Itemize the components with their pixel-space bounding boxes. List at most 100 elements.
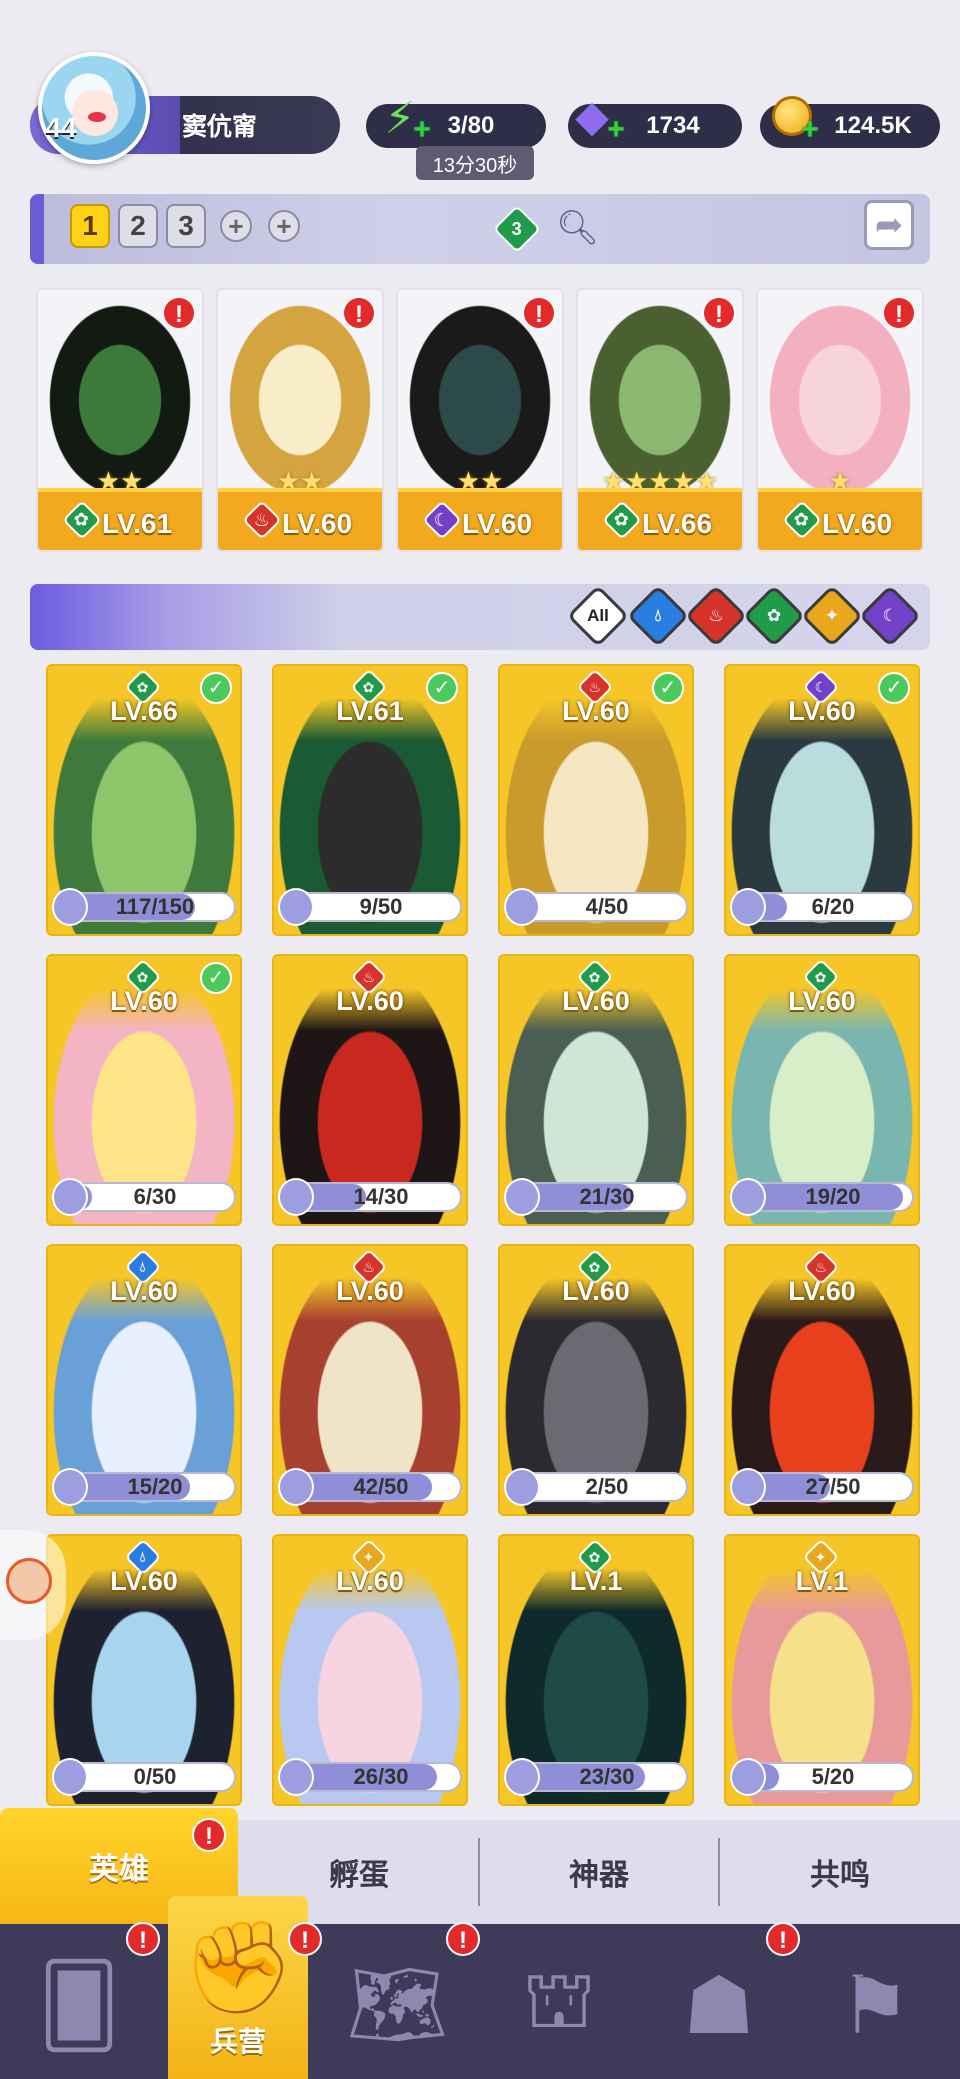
hero-shard-progress: 4/50 [504, 888, 688, 926]
hero-shard-progress: 117/150 [52, 888, 236, 926]
hero-shard-progress: 2/50 [504, 1468, 688, 1506]
hero-shard-progress: 15/20 [52, 1468, 236, 1506]
hero-level: LV.60 [788, 1276, 856, 1306]
hero-level: LV.60 [336, 1566, 404, 1596]
hero-level: LV.60 [788, 986, 856, 1016]
team-card[interactable]: ★★ ✿ LV.61! [36, 288, 204, 552]
nav-cards-alert-icon: ! [126, 1922, 160, 1956]
hero-card[interactable]: 💧︎ LV.60 0/50 [46, 1534, 242, 1806]
hero-card[interactable]: ✿ LV.1 23/30 [498, 1534, 694, 1806]
team-slot-2[interactable]: 2 [118, 204, 158, 248]
hero-shard-count: 0/50 [133, 1764, 177, 1789]
nav-castle[interactable]: ⛫ [504, 1950, 614, 2060]
tab-heroes-label: 英雄 [89, 1853, 149, 1886]
hero-card[interactable]: ✿ ✓ LV.60 6/30 [46, 954, 242, 1226]
tab-artifact[interactable]: 神器 [480, 1820, 718, 1924]
tab-artifact-label: 神器 [569, 1859, 629, 1892]
hero-shard-count: 27/50 [805, 1474, 861, 1499]
hero-card[interactable]: ♨ ✓ LV.60 4/50 [498, 664, 694, 936]
team-bar [30, 194, 930, 264]
tab-resonance[interactable]: 共鸣 [720, 1820, 960, 1924]
hero-level: LV.1 [569, 1566, 623, 1596]
team-card[interactable]: ★★ ♨ LV.60! [216, 288, 384, 552]
hero-level: LV.60 [788, 696, 856, 726]
element-light-icon: ✦ [824, 606, 840, 625]
hero-card[interactable]: ☾ ✓ LV.60 6/20 [724, 664, 920, 936]
hero-card[interactable]: ✿ LV.60 21/30 [498, 954, 694, 1226]
team-hero-level: LV.61 [101, 508, 173, 539]
team-slot-3[interactable]: 3 [166, 204, 206, 248]
floating-chat-avatar[interactable] [0, 1530, 66, 1640]
team-card-alert-icon: ! [702, 296, 736, 330]
team-hero-level: LV.60 [281, 508, 353, 539]
nav-map[interactable]: 🗺︎ [342, 1950, 452, 2060]
hero-card[interactable]: ✦ LV.60 26/30 [272, 1534, 468, 1806]
hero-level: LV.60 [562, 986, 630, 1016]
gems-plus-icon[interactable]: + [604, 115, 628, 145]
nav-cards[interactable]: 🂠 [24, 1950, 134, 2060]
hero-level: LV.60 [336, 986, 404, 1016]
team-card-alert-icon: ! [522, 296, 556, 330]
team-hero-level: LV.60 [821, 508, 893, 539]
hero-card[interactable]: ✿ ✓ LV.66 117/150 [46, 664, 242, 936]
hero-level: LV.60 [110, 1566, 178, 1596]
hero-shard-count: 117/150 [115, 894, 195, 919]
team-slot-add-2[interactable]: + [268, 210, 300, 242]
mushroom-icon: ☗ [683, 1960, 755, 2050]
barracks-icon: ✊ [181, 1918, 295, 2018]
hero-shard-count: 14/30 [353, 1184, 409, 1209]
hero-shard-count: 15/20 [127, 1474, 183, 1499]
hero-shard-count: 6/20 [811, 894, 855, 919]
team-slot-add-1[interactable]: + [220, 210, 252, 242]
hero-shard-progress: 21/30 [504, 1178, 688, 1216]
hero-shard-progress: 23/30 [504, 1758, 688, 1796]
coins-plus-icon[interactable]: + [798, 115, 822, 145]
energy-value: 3/80 [447, 112, 495, 139]
tab-hatch-label: 孵蛋 [329, 1859, 389, 1892]
team-slot-1[interactable]: 1 [70, 204, 110, 248]
share-icon[interactable]: ➦ [864, 200, 914, 250]
team-card[interactable]: ★★ ☾ LV.60! [396, 288, 564, 552]
hero-card[interactable]: ✿ ✓ LV.61 9/50 [272, 664, 468, 936]
hero-level: LV.60 [562, 1276, 630, 1306]
guild-banner-icon: ⚑ [839, 1960, 911, 2050]
hero-shard-progress: 5/20 [730, 1758, 914, 1796]
hero-level: LV.1 [795, 1566, 849, 1596]
element-dark-icon: ☾ [882, 606, 898, 625]
hero-shard-progress: 14/30 [278, 1178, 462, 1216]
nav-guild[interactable]: ⚑ [820, 1950, 930, 2060]
hero-level: LV.60 [110, 1276, 178, 1306]
hero-level: LV.60 [562, 696, 630, 726]
team-card[interactable]: ★ ✿ LV.60! [756, 288, 924, 552]
nav-barracks[interactable]: ✊ 兵营 [168, 1896, 308, 2079]
hero-shard-progress: 0/50 [52, 1758, 236, 1796]
map-icon: 🗺︎ [346, 1960, 448, 2049]
tab-heroes-alert-icon: ! [192, 1818, 226, 1852]
energy-plus-icon[interactable]: + [410, 115, 434, 145]
hero-card[interactable]: ♨ LV.60 27/50 [724, 1244, 920, 1516]
hero-card[interactable]: ♨ LV.60 14/30 [272, 954, 468, 1226]
hero-card[interactable]: 💧︎ LV.60 15/20 [46, 1244, 242, 1516]
nav-barracks-label: 兵营 [209, 2026, 266, 2057]
hero-shard-progress: 6/30 [52, 1178, 236, 1216]
element-fire-icon: ♨ [708, 606, 724, 625]
hero-shard-count: 19/20 [805, 1184, 861, 1209]
hero-card[interactable]: ✿ LV.60 2/50 [498, 1244, 694, 1516]
element-water-icon: 💧︎ [654, 606, 662, 625]
hero-card[interactable]: ✿ LV.60 19/20 [724, 954, 920, 1226]
magnify-icon[interactable]: 🔍︎ [556, 208, 599, 248]
gems-value: 1734 [646, 112, 700, 139]
team-card-alert-icon: ! [162, 296, 196, 330]
team-element-count: 3 [511, 218, 523, 239]
cards-icon: 🂠 [38, 1960, 120, 2050]
filter-all-label: All [587, 606, 609, 625]
team-card-alert-icon: ! [882, 296, 916, 330]
hero-card[interactable]: ✦ LV.1 5/20 [724, 1534, 920, 1806]
hero-shard-progress: 9/50 [278, 888, 462, 926]
hero-shard-count: 42/50 [353, 1474, 409, 1499]
hero-card[interactable]: ♨ LV.60 42/50 [272, 1244, 468, 1516]
team-card[interactable]: ★★★★★ ✿ LV.66! [576, 288, 744, 552]
nav-mushroom[interactable]: ☗ [664, 1950, 774, 2060]
tab-resonance-label: 共鸣 [810, 1859, 870, 1892]
hero-shard-count: 2/50 [585, 1474, 629, 1499]
